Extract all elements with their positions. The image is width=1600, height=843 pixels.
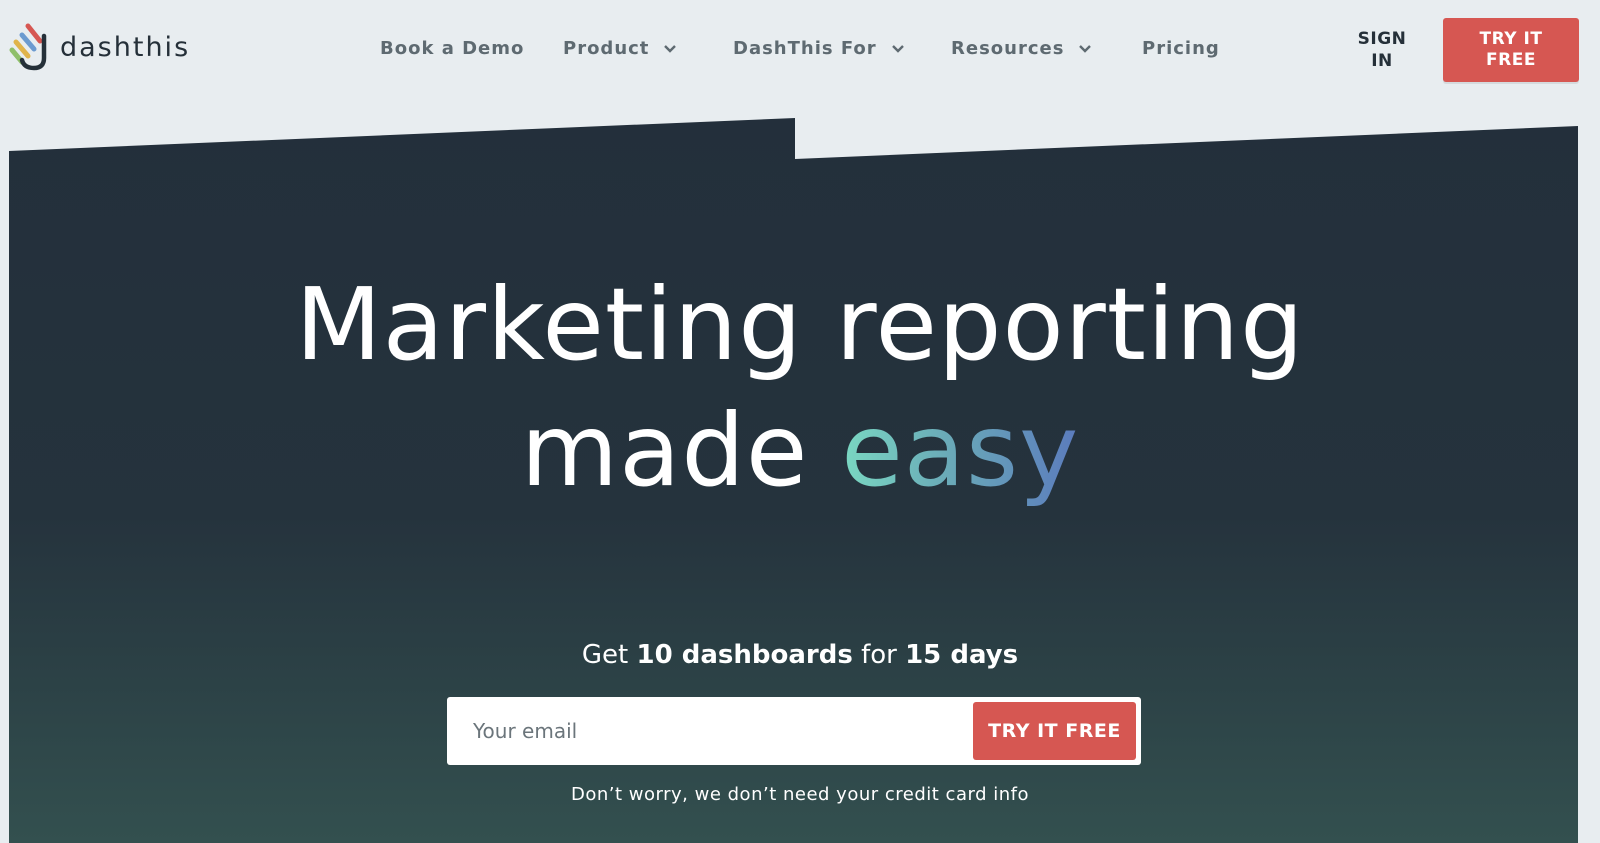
site-header: dashthis Book a Demo Product DashThis Fo…: [0, 0, 1600, 100]
brand-logo[interactable]: dashthis: [8, 22, 190, 72]
nav-resources-label: Resources: [951, 38, 1065, 59]
sign-in-link[interactable]: SIGN IN: [1352, 28, 1412, 72]
chevron-down-icon: [664, 44, 677, 53]
headline-made: made: [520, 392, 809, 509]
offer-middle: for: [861, 640, 897, 670]
nav-book-demo-label: Book a Demo: [380, 38, 525, 59]
offer-dashboards: 10 dashboards: [636, 640, 853, 670]
trial-offer: Get 10 dashboards for 15 days: [0, 640, 1600, 670]
chevron-down-icon: [1079, 44, 1092, 53]
try-free-submit-button[interactable]: TRY IT FREE: [973, 702, 1136, 760]
hero-headline: Marketing reporting made easy: [0, 262, 1600, 514]
nav-dashthis-for[interactable]: DashThis For: [733, 38, 905, 59]
brand-name: dashthis: [60, 31, 191, 63]
nav-pricing[interactable]: Pricing: [1142, 38, 1220, 59]
chevron-down-icon: [891, 44, 904, 53]
nav-pricing-label: Pricing: [1142, 38, 1220, 59]
signup-form: TRY IT FREE: [447, 697, 1141, 765]
try-free-header-button[interactable]: TRY IT FREE: [1443, 18, 1579, 82]
headline-easy-highlight: easy: [841, 392, 1080, 509]
headline-line-1: Marketing reporting: [295, 266, 1305, 383]
dashthis-logo-icon: [9, 23, 47, 71]
offer-prefix: Get: [581, 640, 629, 670]
try-free-header-label: TRY IT FREE: [1479, 29, 1543, 70]
nav-resources[interactable]: Resources: [951, 38, 1092, 59]
nav-product[interactable]: Product: [563, 38, 677, 59]
credit-card-note: Don’t worry, we don’t need your credit c…: [571, 784, 1029, 805]
nav-book-demo[interactable]: Book a Demo: [380, 38, 524, 59]
nav-product-label: Product: [563, 38, 650, 59]
nav-dashthis-for-label: DashThis For: [733, 38, 877, 59]
email-input[interactable]: [447, 697, 967, 765]
headline-line-2: made easy: [0, 388, 1600, 514]
offer-days: 15 days: [905, 640, 1019, 670]
